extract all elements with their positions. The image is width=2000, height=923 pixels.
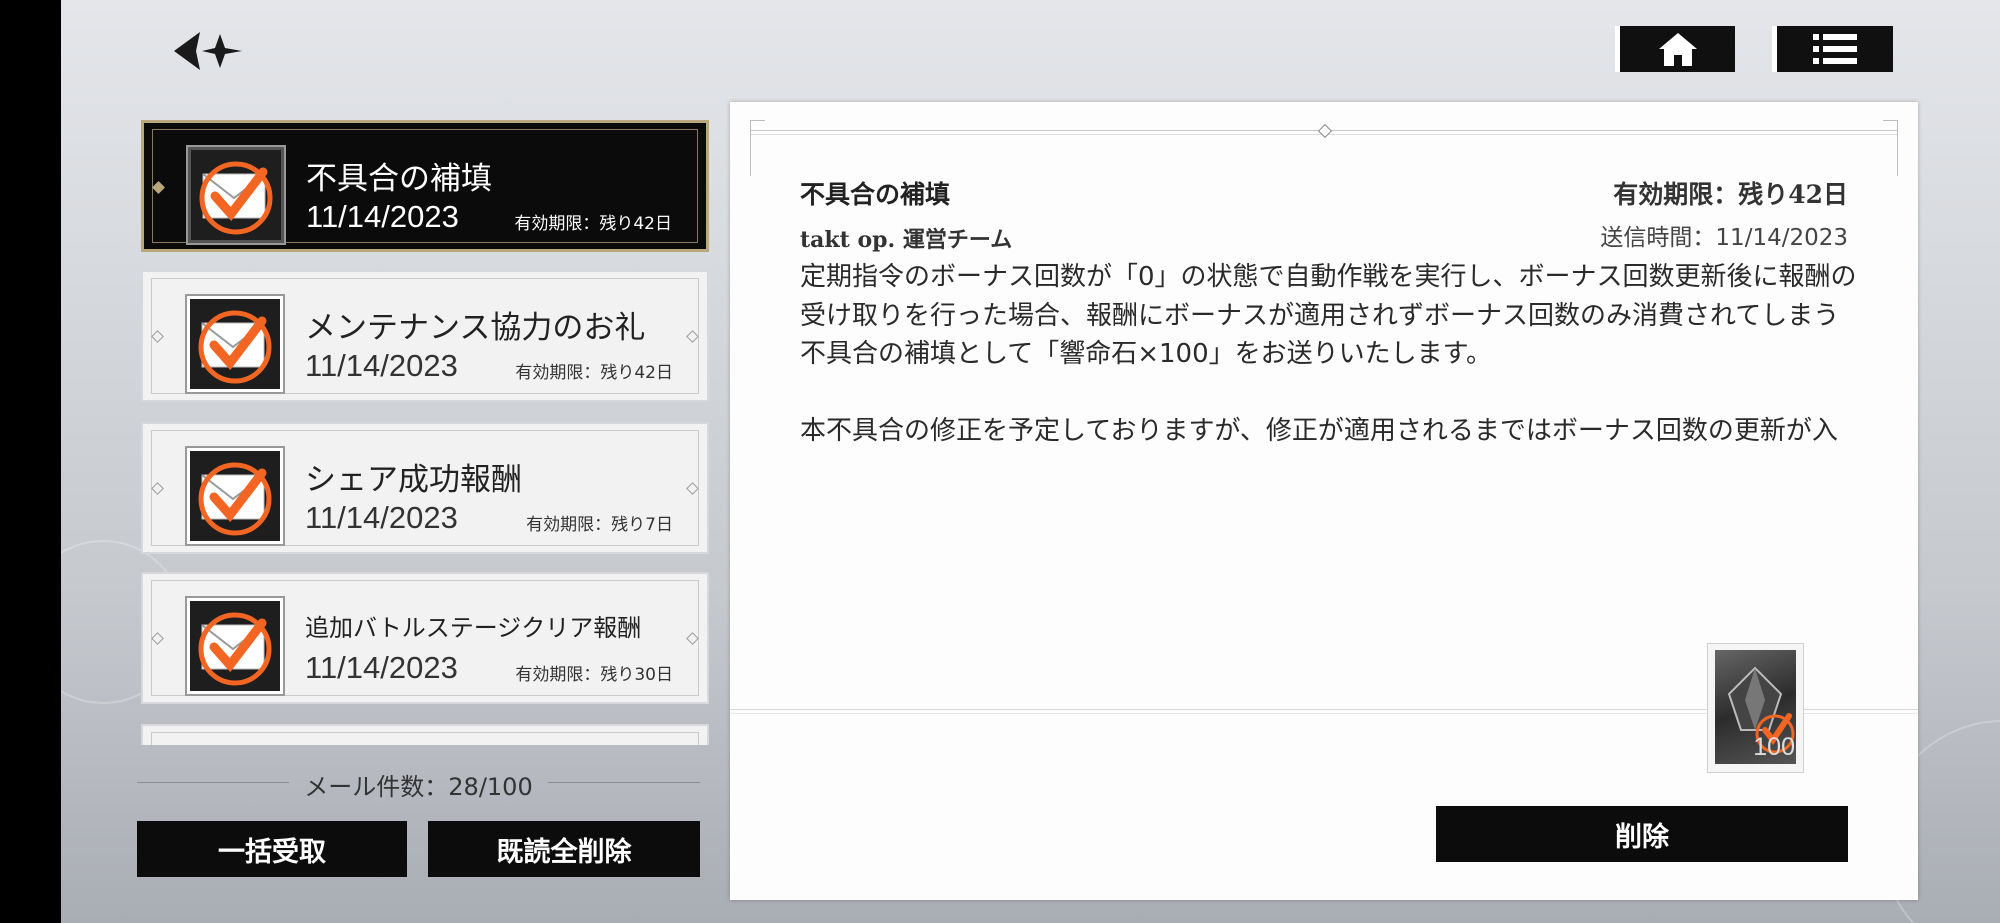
- mail-count-row: メール件数：28/100: [137, 767, 700, 801]
- reward-quantity: 100: [1753, 733, 1795, 761]
- mail-expiry: 有効期限：残り42日: [514, 214, 672, 234]
- back-arrow-icon: [174, 32, 242, 70]
- mail-title: 追加バトルステージクリア報酬: [305, 614, 642, 642]
- mail-title: メンテナンス協力のお礼: [305, 310, 646, 346]
- mail-expiry: 有効期限：残り42日: [515, 363, 673, 383]
- detail-sent-time: 送信時間：11/14/2023: [1600, 225, 1848, 251]
- mail-checked-icon: [187, 598, 283, 694]
- home-icon: [1658, 33, 1697, 66]
- back-button[interactable]: [170, 26, 250, 76]
- delete-button[interactable]: 削除: [1436, 806, 1848, 862]
- mail-item[interactable]: シェア成功報酬 11/14/2023 有効期限：残り7日: [141, 422, 709, 554]
- mail-expiry: 有効期限：残り7日: [526, 515, 673, 535]
- reward-item[interactable]: 100: [1707, 643, 1804, 773]
- delete-read-button[interactable]: 既読全削除: [428, 821, 700, 877]
- mail-date: 11/14/2023: [305, 650, 458, 685]
- mail-count: メール件数：28/100: [304, 773, 533, 801]
- mail-checked-icon: [188, 147, 284, 243]
- menu-icon: [1813, 34, 1857, 64]
- mail-date: 11/14/2023: [306, 199, 459, 234]
- detail-expiry: 有効期限：残り42日: [1613, 180, 1848, 209]
- mail-item[interactable]: [141, 724, 709, 745]
- bulk-receive-button[interactable]: 一括受取: [137, 821, 407, 877]
- mail-item[interactable]: 不具合の補填 11/14/2023 有効期限：残り42日: [141, 120, 709, 252]
- mail-list[interactable]: 不具合の補填 11/14/2023 有効期限：残り42日 メンテナンス協力のお礼…: [141, 120, 713, 745]
- mail-date: 11/14/2023: [305, 348, 458, 383]
- home-button[interactable]: [1615, 26, 1735, 72]
- mail-detail-panel: 不具合の補填 takt op. 運営チーム 有効期限：残り42日 送信時間：11…: [730, 102, 1918, 900]
- detail-sender: takt op. 運営チーム: [800, 227, 1013, 253]
- mail-checked-icon: [187, 448, 283, 544]
- screen-left-bar: [0, 0, 61, 923]
- mail-expiry: 有効期限：残り30日: [515, 665, 673, 685]
- mail-title: シェア成功報酬: [305, 462, 522, 498]
- mail-date: 11/14/2023: [305, 500, 458, 535]
- mail-checked-icon: [187, 296, 283, 392]
- mail-item[interactable]: 追加バトルステージクリア報酬 11/14/2023 有効期限：残り30日: [141, 572, 709, 704]
- mail-item[interactable]: メンテナンス協力のお礼 11/14/2023 有効期限：残り42日: [141, 270, 709, 402]
- detail-body[interactable]: 定期指令のボーナス回数が「0」の状態で自動作戦を実行し、ボーナス回数更新後に報酬…: [800, 258, 1860, 448]
- detail-title: 不具合の補填: [800, 180, 951, 209]
- mail-title: 不具合の補填: [306, 161, 492, 197]
- menu-button[interactable]: [1772, 26, 1893, 72]
